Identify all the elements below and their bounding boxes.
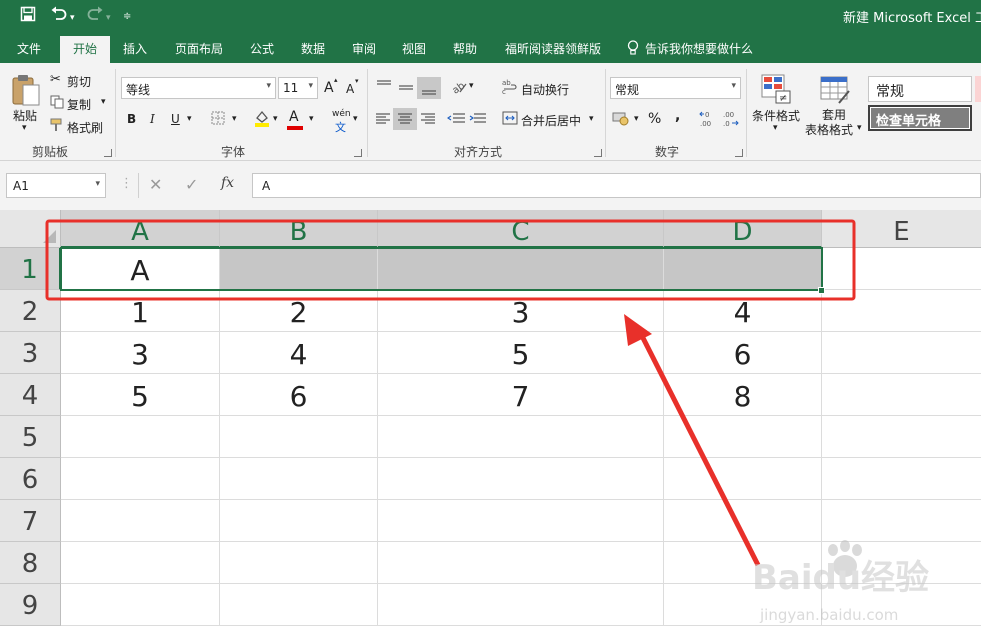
highlight-rectangle [45, 219, 856, 301]
watermark: Baidu经验 jingyan.baidu.com [740, 538, 980, 630]
annotation-overlay [45, 219, 856, 567]
watermark-brand: Baidu经验 [752, 558, 930, 598]
excel-window: ▾ ▾ ≑ 新建 Microsoft Excel 工作 文件 开始 插入 页面布… [0, 0, 981, 630]
arrow-shaft [637, 330, 761, 567]
arrow-head [624, 314, 652, 346]
watermark-url: jingyan.baidu.com [760, 606, 899, 624]
